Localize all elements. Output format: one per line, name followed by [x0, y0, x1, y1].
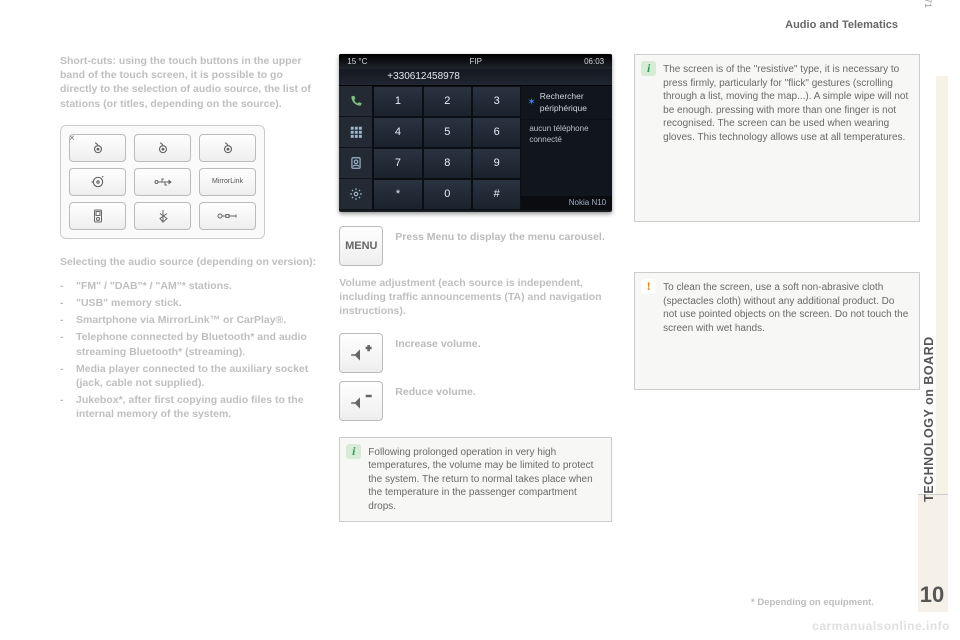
warning-box-clean: ! To clean the screen, use a soft non-ab… [634, 272, 920, 390]
bluetooth-source-button[interactable] [134, 202, 191, 230]
warning-icon: ! [641, 279, 656, 294]
list-item: -Telephone connected by Bluetooth* and a… [60, 330, 317, 358]
radio-source-button[interactable] [134, 134, 191, 162]
menu-button[interactable]: MENU [339, 226, 383, 266]
watermark: carmanualsonline.info [812, 618, 950, 634]
list-item: -Smartphone via MirrorLink™ or CarPlay®. [60, 313, 317, 327]
radio-source-button[interactable] [199, 134, 256, 162]
volume-up-caption: Increase volume. [395, 333, 480, 351]
list-item: -"USB" memory stick. [60, 296, 317, 310]
list-item: -Jukebox*, after first copying audio fil… [60, 393, 317, 421]
volume-intro: Volume adjustment (each source is indepe… [339, 276, 612, 319]
svg-text:+: + [366, 343, 371, 353]
equipment-footnote: * Depending on equipment. [751, 597, 874, 610]
volume-up-button[interactable]: + [339, 333, 383, 373]
keypad-key[interactable]: 8 [423, 148, 472, 179]
info-icon: i [346, 444, 361, 459]
station-name: FIP [470, 57, 482, 68]
keypad-key[interactable]: * [373, 179, 422, 210]
manual-page: Audio and Telematics 171 TECHNOLOGY on B… [0, 0, 960, 640]
connection-status: aucun téléphone connecté [521, 120, 612, 195]
keypad-key[interactable]: 9 [472, 148, 521, 179]
info-box-heat: i Following prolonged operation in very … [339, 437, 612, 523]
info-icon: i [641, 61, 656, 76]
audio-source-panel: × MirrorLink [60, 125, 265, 239]
keypad-key[interactable]: 4 [373, 117, 422, 148]
info-box-resistive: i The screen is of the "resistive" type,… [634, 54, 920, 222]
call-tab-icon[interactable] [339, 86, 372, 117]
shortcut-paragraph: Short-cuts: using the touch buttons in t… [60, 54, 317, 111]
keypad-key[interactable]: 2 [423, 86, 472, 117]
middle-column: 15 °C FIP 06:03 +330612458978 1 [339, 54, 612, 522]
settings-tab-icon[interactable] [339, 179, 372, 210]
info-resistive-text: The screen is of the "resistive" type, i… [663, 64, 908, 143]
search-device-label: Rechercher périphérique [540, 91, 606, 114]
cd-source-button[interactable] [69, 168, 126, 196]
chapter-tab-label: TECHNOLOGY on BOARD [921, 336, 938, 502]
volume-down-caption: Reduce volume. [395, 381, 476, 399]
contacts-tab-icon[interactable] [339, 148, 372, 179]
temperature-readout: 15 °C [347, 57, 367, 68]
svg-text:−: − [366, 391, 371, 401]
keypad-key[interactable]: 3 [472, 86, 521, 117]
info-heat-text: Following prolonged operation in very hi… [368, 447, 593, 512]
volume-down-button[interactable]: − [339, 381, 383, 421]
bluetooth-icon: ✶ [527, 96, 535, 110]
section-title: Audio and Telematics [785, 18, 898, 33]
list-item: -Media player connected to the auxiliary… [60, 362, 317, 390]
list-item: -"FM" / "DAB"* / "AM"* stations. [60, 279, 317, 293]
close-icon[interactable]: × [65, 132, 79, 146]
keypad-key[interactable]: 5 [423, 117, 472, 148]
clock-readout: 06:03 [584, 57, 604, 68]
selecting-source-heading: Selecting the audio source (depending on… [60, 255, 317, 269]
content-columns: Short-cuts: using the touch buttons in t… [60, 54, 920, 522]
keypad-key[interactable]: 1 [373, 86, 422, 117]
menu-caption: Press Menu to display the menu carousel. [395, 226, 604, 244]
search-device-button[interactable]: ✶ Rechercher périphérique [521, 86, 612, 120]
chapter-tab: TECHNOLOGY on BOARD 10 [918, 494, 948, 612]
keypad-key[interactable]: 6 [472, 117, 521, 148]
usb-source-button[interactable] [134, 168, 191, 196]
dial-keypad: 1 2 3 4 5 6 7 8 9 * 0 # [373, 86, 521, 210]
dialed-number: +330612458978 [339, 69, 612, 87]
warning-clean-text: To clean the screen, use a soft non-abra… [663, 282, 908, 334]
phone-side-tabs [339, 86, 373, 210]
ipod-source-button[interactable] [69, 202, 126, 230]
paired-device-name: Nokia N10 [521, 196, 612, 211]
chapter-number: 10 [917, 580, 947, 610]
keypad-tab-icon[interactable] [339, 117, 372, 148]
touchscreen-preview: 15 °C FIP 06:03 +330612458978 1 [339, 54, 612, 212]
keypad-key[interactable]: 7 [373, 148, 422, 179]
right-column: i The screen is of the "resistive" type,… [634, 54, 920, 522]
source-bullet-list: -"FM" / "DAB"* / "AM"* stations. -"USB" … [60, 279, 317, 422]
mirrorlink-source-button[interactable]: MirrorLink [199, 168, 256, 196]
keypad-key[interactable]: # [472, 179, 521, 210]
left-column: Short-cuts: using the touch buttons in t… [60, 54, 317, 522]
keypad-key[interactable]: 0 [423, 179, 472, 210]
page-number: 171 [922, 0, 934, 8]
aux-source-button[interactable] [199, 202, 256, 230]
